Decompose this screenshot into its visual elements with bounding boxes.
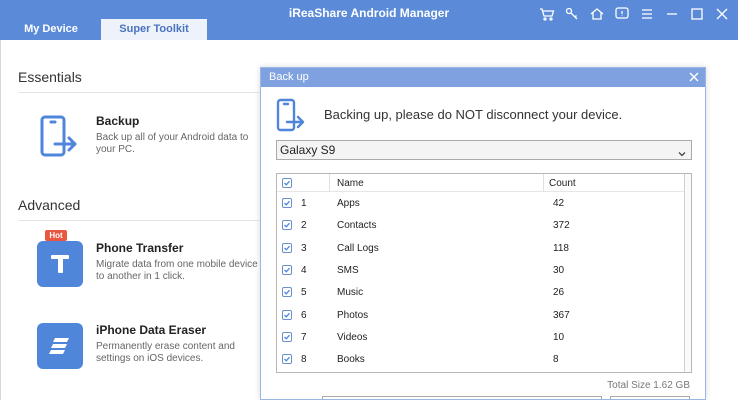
row-name: Apps [337, 198, 360, 209]
backup-dialog: Back up Backing up, please do NOT discon… [260, 67, 706, 400]
column-separator [543, 174, 544, 192]
row-index: 7 [301, 331, 307, 343]
key-icon[interactable] [564, 6, 580, 22]
feature-description: Back up all of your Android data to your… [96, 132, 249, 155]
device-dropdown[interactable]: Galaxy S9 [276, 140, 692, 160]
dialog-close-icon[interactable] [687, 70, 701, 84]
table-header: Name Count [277, 174, 685, 192]
hot-badge: Hot [45, 230, 67, 241]
menu-icon[interactable] [639, 6, 655, 22]
row-checkbox[interactable] [282, 287, 292, 298]
advanced-heading: Advanced [18, 197, 81, 213]
feature-description: Permanently erase content and settings o… [96, 341, 235, 364]
dialog-title: Back up [269, 71, 309, 83]
row-checkbox[interactable] [282, 354, 292, 365]
row-name: SMS [337, 264, 359, 276]
divider [18, 92, 268, 93]
backup-data-table: Name Count 1 Apps 42 2 Contacts 372 3 Call Logs… [276, 173, 692, 373]
tab-super-toolkit[interactable]: Super Toolkit [101, 19, 207, 40]
backup-status-message: Backing up, please do NOT disconnect you… [324, 107, 623, 122]
row-checkbox[interactable] [282, 331, 292, 342]
row-name: Contacts [337, 220, 377, 232]
chevron-down-icon [677, 146, 687, 157]
backup-phone-icon [275, 98, 307, 134]
feature-name: iPhone Data Eraser [96, 323, 207, 337]
row-index: 4 [301, 264, 307, 276]
table-row[interactable]: 4 SMS 30 [277, 259, 685, 281]
table-row[interactable]: 6 Photos 367 [277, 304, 685, 326]
row-count: 8 [553, 354, 559, 366]
minimize-icon[interactable] [664, 6, 680, 22]
feature-name: Backup [96, 114, 140, 128]
row-checkbox[interactable] [282, 264, 292, 275]
row-count: 367 [553, 309, 570, 321]
column-separator [329, 174, 330, 192]
transfer-icon [37, 241, 83, 287]
row-count: 26 [553, 287, 565, 299]
row-index: 3 [301, 242, 307, 254]
table-row[interactable]: 5 Music 26 [277, 281, 685, 303]
browse-button[interactable] [610, 396, 690, 400]
tab-my-device[interactable]: My Device [8, 19, 94, 40]
row-count: 118 [553, 242, 569, 254]
row-index: 2 [301, 220, 307, 232]
row-name: Call Logs [337, 242, 379, 254]
table-row[interactable]: 8 Books 8 [277, 348, 685, 370]
row-name: Photos [337, 309, 369, 321]
table-row[interactable]: 3 Call Logs 118 [277, 237, 685, 259]
eraser-icon [37, 323, 83, 369]
table-scrollbar[interactable] [684, 174, 691, 372]
essentials-heading: Essentials [18, 69, 82, 85]
column-header-name: Name [337, 178, 364, 189]
select-all-checkbox[interactable] [282, 178, 292, 188]
row-count: 30 [553, 264, 565, 276]
close-icon[interactable] [714, 6, 730, 22]
row-checkbox[interactable] [282, 220, 292, 231]
row-count: 42 [553, 198, 565, 209]
save-path-field[interactable] [322, 396, 602, 400]
feature-name: Phone Transfer [96, 241, 184, 255]
row-index: 1 [301, 198, 307, 209]
table-row[interactable]: 2 Contacts 372 [277, 214, 685, 236]
window-controls [539, 6, 730, 22]
row-count: 10 [553, 331, 565, 343]
column-header-count: Count [549, 178, 576, 189]
home-icon[interactable] [589, 6, 605, 22]
row-name: Music [337, 287, 364, 299]
table-row[interactable]: 7 Videos 10 [277, 326, 685, 348]
row-index: 5 [301, 287, 307, 299]
row-checkbox[interactable] [282, 242, 292, 253]
feature-description: Migrate data from one mobile device to a… [96, 259, 258, 282]
divider [18, 220, 268, 221]
device-dropdown-value: Galaxy S9 [280, 143, 336, 157]
dialog-header: Back up [261, 68, 705, 87]
table-row[interactable]: 1 Apps 42 [277, 192, 685, 214]
backup-phone-icon [37, 114, 83, 160]
row-index: 8 [301, 354, 307, 366]
title-bar: iReaShare Android Manager My Device Supe… [0, 0, 738, 40]
feedback-icon[interactable] [614, 6, 630, 22]
row-count: 372 [553, 220, 570, 232]
row-checkbox[interactable] [282, 309, 292, 320]
row-index: 6 [301, 309, 307, 321]
maximize-icon[interactable] [689, 6, 705, 22]
total-size: Total Size 1.62 GB [607, 380, 690, 391]
row-name: Videos [337, 331, 368, 343]
row-checkbox[interactable] [282, 198, 292, 208]
cart-icon[interactable] [539, 6, 555, 22]
row-name: Books [337, 354, 365, 366]
